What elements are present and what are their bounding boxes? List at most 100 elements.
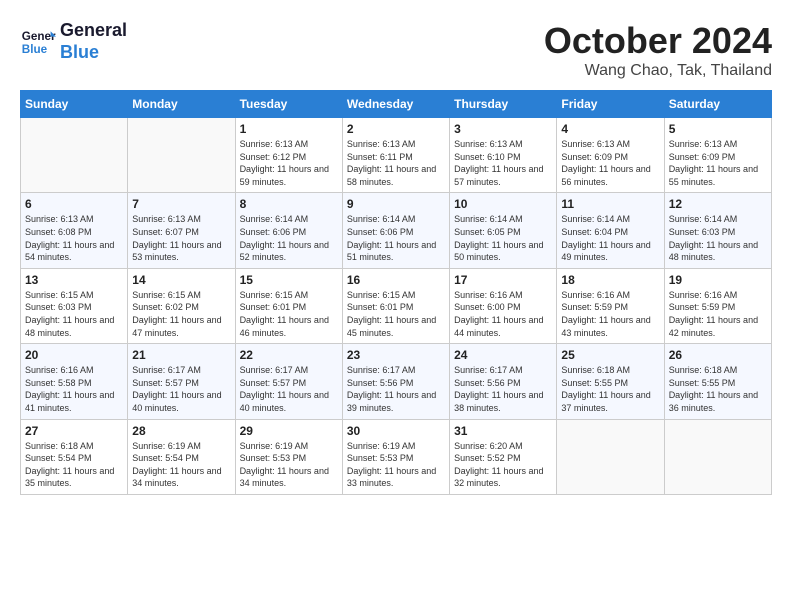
- cell-content: Sunrise: 6:14 AM Sunset: 6:06 PM Dayligh…: [347, 213, 445, 263]
- day-number: 10: [454, 197, 552, 211]
- cell-content: Sunrise: 6:17 AM Sunset: 5:57 PM Dayligh…: [240, 364, 338, 414]
- calendar-cell: 31Sunrise: 6:20 AM Sunset: 5:52 PM Dayli…: [450, 419, 557, 494]
- cell-content: Sunrise: 6:13 AM Sunset: 6:09 PM Dayligh…: [669, 138, 767, 188]
- day-number: 17: [454, 273, 552, 287]
- cell-content: Sunrise: 6:14 AM Sunset: 6:06 PM Dayligh…: [240, 213, 338, 263]
- calendar-header: SundayMondayTuesdayWednesdayThursdayFrid…: [21, 91, 772, 118]
- day-number: 20: [25, 348, 123, 362]
- day-number: 29: [240, 424, 338, 438]
- calendar-cell: 26 Sunrise: 6:18 AM Sunset: 5:55 PM Dayli…: [664, 344, 771, 419]
- logo-line1: General: [60, 20, 127, 40]
- calendar-cell: 7 Sunrise: 6:13 AM Sunset: 6:07 PM Daylig…: [128, 193, 235, 268]
- calendar-cell: 28Sunrise: 6:19 AM Sunset: 5:54 PM Dayli…: [128, 419, 235, 494]
- cell-content: Sunrise: 6:15 AM Sunset: 6:01 PM Dayligh…: [240, 289, 338, 339]
- cell-content: Sunrise: 6:18 AM Sunset: 5:55 PM Dayligh…: [669, 364, 767, 414]
- calendar-cell: 14 Sunrise: 6:15 AM Sunset: 6:02 PM Dayli…: [128, 268, 235, 343]
- cell-content: Sunrise: 6:18 AM Sunset: 5:54 PM Dayligh…: [25, 440, 123, 490]
- calendar-cell: 8Sunrise: 6:14 AM Sunset: 6:06 PM Daylig…: [235, 193, 342, 268]
- day-number: 1: [240, 122, 338, 136]
- cell-content: Sunrise: 6:13 AM Sunset: 6:08 PM Dayligh…: [25, 213, 123, 263]
- week-row-1: 1 Sunrise: 6:13 AM Sunset: 6:12 PM Daylig…: [21, 118, 772, 193]
- calendar-cell: 29 Sunrise: 6:19 AM Sunset: 5:53 PM Dayli…: [235, 419, 342, 494]
- logo-text: General Blue: [60, 20, 127, 63]
- calendar-cell: [557, 419, 664, 494]
- cell-content: Sunrise: 6:17 AM Sunset: 5:56 PM Dayligh…: [454, 364, 552, 414]
- calendar-cell: 25Sunrise: 6:18 AM Sunset: 5:55 PM Dayli…: [557, 344, 664, 419]
- calendar-cell: 12Sunrise: 6:14 AM Sunset: 6:03 PM Dayli…: [664, 193, 771, 268]
- calendar-cell: 18Sunrise: 6:16 AM Sunset: 5:59 PM Dayli…: [557, 268, 664, 343]
- calendar-cell: 11 Sunrise: 6:14 AM Sunset: 6:04 PM Dayli…: [557, 193, 664, 268]
- calendar-cell: [664, 419, 771, 494]
- week-row-5: 27 Sunrise: 6:18 AM Sunset: 5:54 PM Dayli…: [21, 419, 772, 494]
- cell-content: Sunrise: 6:13 AM Sunset: 6:12 PM Dayligh…: [240, 138, 338, 188]
- calendar-cell: 20 Sunrise: 6:16 AM Sunset: 5:58 PM Dayli…: [21, 344, 128, 419]
- week-row-4: 20 Sunrise: 6:16 AM Sunset: 5:58 PM Dayli…: [21, 344, 772, 419]
- logo-icon: General Blue: [20, 24, 56, 60]
- header-cell-wednesday: Wednesday: [342, 91, 449, 118]
- cell-content: Sunrise: 6:16 AM Sunset: 6:00 PM Dayligh…: [454, 289, 552, 339]
- title-block: October 2024 Wang Chao, Tak, Thailand: [544, 20, 772, 80]
- logo-line2: Blue: [60, 42, 99, 62]
- calendar-cell: 17 Sunrise: 6:16 AM Sunset: 6:00 PM Dayli…: [450, 268, 557, 343]
- cell-content: Sunrise: 6:18 AM Sunset: 5:55 PM Dayligh…: [561, 364, 659, 414]
- cell-content: Sunrise: 6:13 AM Sunset: 6:07 PM Dayligh…: [132, 213, 230, 263]
- cell-content: Sunrise: 6:15 AM Sunset: 6:03 PM Dayligh…: [25, 289, 123, 339]
- calendar-cell: 9 Sunrise: 6:14 AM Sunset: 6:06 PM Daylig…: [342, 193, 449, 268]
- day-number: 4: [561, 122, 659, 136]
- cell-content: Sunrise: 6:19 AM Sunset: 5:53 PM Dayligh…: [240, 440, 338, 490]
- day-number: 21: [132, 348, 230, 362]
- calendar-cell: 15 Sunrise: 6:15 AM Sunset: 6:01 PM Dayli…: [235, 268, 342, 343]
- cell-content: Sunrise: 6:14 AM Sunset: 6:05 PM Dayligh…: [454, 213, 552, 263]
- calendar-cell: 27 Sunrise: 6:18 AM Sunset: 5:54 PM Dayli…: [21, 419, 128, 494]
- month-title: October 2024: [544, 20, 772, 62]
- cell-content: Sunrise: 6:16 AM Sunset: 5:59 PM Dayligh…: [669, 289, 767, 339]
- cell-content: Sunrise: 6:14 AM Sunset: 6:04 PM Dayligh…: [561, 213, 659, 263]
- calendar-cell: 13Sunrise: 6:15 AM Sunset: 6:03 PM Dayli…: [21, 268, 128, 343]
- week-row-3: 13Sunrise: 6:15 AM Sunset: 6:03 PM Dayli…: [21, 268, 772, 343]
- calendar-cell: 23Sunrise: 6:17 AM Sunset: 5:56 PM Dayli…: [342, 344, 449, 419]
- calendar-cell: 5 Sunrise: 6:13 AM Sunset: 6:09 PM Daylig…: [664, 118, 771, 193]
- cell-content: Sunrise: 6:19 AM Sunset: 5:54 PM Dayligh…: [132, 440, 230, 490]
- header-cell-friday: Friday: [557, 91, 664, 118]
- header-cell-saturday: Saturday: [664, 91, 771, 118]
- calendar-cell: 3Sunrise: 6:13 AM Sunset: 6:10 PM Daylig…: [450, 118, 557, 193]
- header-cell-monday: Monday: [128, 91, 235, 118]
- calendar-cell: [128, 118, 235, 193]
- day-number: 16: [347, 273, 445, 287]
- calendar-cell: 1 Sunrise: 6:13 AM Sunset: 6:12 PM Daylig…: [235, 118, 342, 193]
- day-number: 15: [240, 273, 338, 287]
- calendar-cell: 6Sunrise: 6:13 AM Sunset: 6:08 PM Daylig…: [21, 193, 128, 268]
- calendar-cell: 4 Sunrise: 6:13 AM Sunset: 6:09 PM Daylig…: [557, 118, 664, 193]
- cell-content: Sunrise: 6:15 AM Sunset: 6:02 PM Dayligh…: [132, 289, 230, 339]
- header-cell-tuesday: Tuesday: [235, 91, 342, 118]
- cell-content: Sunrise: 6:16 AM Sunset: 5:58 PM Dayligh…: [25, 364, 123, 414]
- day-number: 27: [25, 424, 123, 438]
- cell-content: Sunrise: 6:19 AM Sunset: 5:53 PM Dayligh…: [347, 440, 445, 490]
- cell-content: Sunrise: 6:17 AM Sunset: 5:57 PM Dayligh…: [132, 364, 230, 414]
- day-number: 11: [561, 197, 659, 211]
- calendar-table: SundayMondayTuesdayWednesdayThursdayFrid…: [20, 90, 772, 495]
- cell-content: Sunrise: 6:20 AM Sunset: 5:52 PM Dayligh…: [454, 440, 552, 490]
- cell-content: Sunrise: 6:17 AM Sunset: 5:56 PM Dayligh…: [347, 364, 445, 414]
- calendar-cell: [21, 118, 128, 193]
- header-row: SundayMondayTuesdayWednesdayThursdayFrid…: [21, 91, 772, 118]
- day-number: 14: [132, 273, 230, 287]
- logo: General Blue General Blue: [20, 20, 127, 63]
- day-number: 24: [454, 348, 552, 362]
- day-number: 22: [240, 348, 338, 362]
- day-number: 26: [669, 348, 767, 362]
- day-number: 5: [669, 122, 767, 136]
- cell-content: Sunrise: 6:13 AM Sunset: 6:10 PM Dayligh…: [454, 138, 552, 188]
- cell-content: Sunrise: 6:14 AM Sunset: 6:03 PM Dayligh…: [669, 213, 767, 263]
- day-number: 19: [669, 273, 767, 287]
- calendar-cell: 16Sunrise: 6:15 AM Sunset: 6:01 PM Dayli…: [342, 268, 449, 343]
- day-number: 7: [132, 197, 230, 211]
- location-title: Wang Chao, Tak, Thailand: [544, 62, 772, 80]
- day-number: 30: [347, 424, 445, 438]
- day-number: 18: [561, 273, 659, 287]
- day-number: 9: [347, 197, 445, 211]
- header-cell-sunday: Sunday: [21, 91, 128, 118]
- calendar-cell: 24 Sunrise: 6:17 AM Sunset: 5:56 PM Dayli…: [450, 344, 557, 419]
- cell-content: Sunrise: 6:13 AM Sunset: 6:09 PM Dayligh…: [561, 138, 659, 188]
- calendar-cell: 30 Sunrise: 6:19 AM Sunset: 5:53 PM Dayli…: [342, 419, 449, 494]
